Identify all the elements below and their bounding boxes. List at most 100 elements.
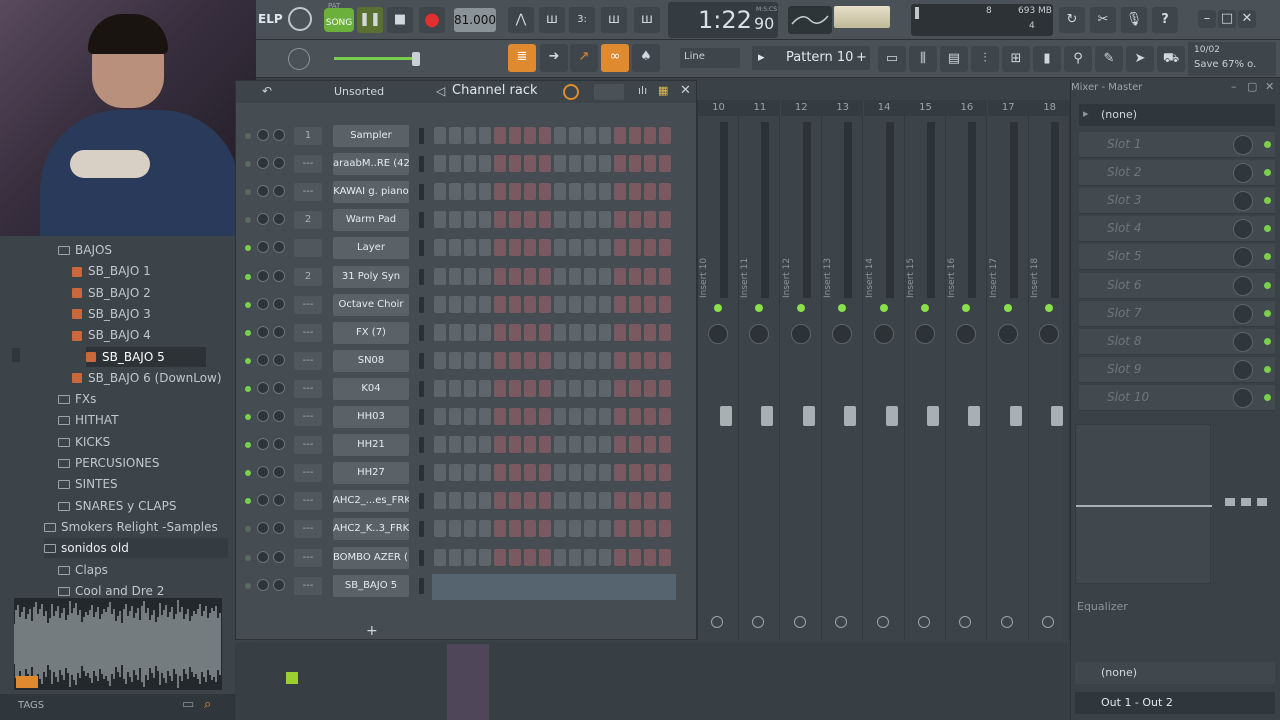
step-button[interactable] <box>509 436 521 454</box>
channel-mute-led[interactable] <box>245 301 251 308</box>
step-button[interactable] <box>659 155 671 173</box>
step-button[interactable] <box>644 127 656 144</box>
step-button[interactable] <box>659 295 671 313</box>
empty-pattern-area[interactable] <box>432 574 676 600</box>
step-button[interactable] <box>464 183 476 201</box>
step-button[interactable] <box>584 408 596 425</box>
step-button[interactable] <box>434 239 446 257</box>
step-button[interactable] <box>644 464 656 482</box>
maximize-button[interactable]: □ <box>1218 10 1236 28</box>
insert-enable-led[interactable] <box>755 304 764 312</box>
insert-enable-led[interactable] <box>714 304 722 312</box>
step-button[interactable] <box>524 155 536 173</box>
channel-pan-knob[interactable] <box>257 550 269 563</box>
channel-route[interactable]: --- <box>294 408 322 426</box>
effect-slot[interactable]: Slot 7 <box>1079 300 1275 327</box>
step-button[interactable] <box>554 127 566 144</box>
step-button[interactable] <box>449 295 461 313</box>
step-button[interactable] <box>644 379 656 397</box>
channel-mute-led[interactable] <box>245 554 251 561</box>
browser-icon[interactable]: ⊞ <box>1002 46 1030 72</box>
channel-volume-knob[interactable] <box>273 410 285 422</box>
snap-selector[interactable]: Line <box>680 48 740 68</box>
mixer-insert[interactable]: 15 Insert 15 <box>905 100 946 640</box>
step-button[interactable] <box>629 464 641 482</box>
step-button[interactable] <box>479 492 491 510</box>
step-button[interactable] <box>629 548 641 566</box>
step-button[interactable] <box>449 183 461 201</box>
channel-name-button[interactable]: AHC2_...es_FRK <box>333 490 409 513</box>
channel-pan-knob[interactable] <box>257 438 269 451</box>
step-button[interactable] <box>464 351 476 369</box>
step-button[interactable] <box>434 295 446 313</box>
step-button[interactable] <box>479 155 491 173</box>
metronome-icon[interactable]: ⋀ <box>508 7 534 33</box>
channel-name-button[interactable]: SB_BAJO 5 <box>333 574 409 597</box>
channel-volume-knob[interactable] <box>273 550 285 563</box>
step-button[interactable] <box>434 436 446 454</box>
insert-route-icon[interactable] <box>711 616 723 628</box>
step-button[interactable] <box>539 323 551 341</box>
step-edit-icon[interactable]: ш <box>601 7 627 33</box>
filter-selector[interactable]: Unsorted <box>334 85 384 98</box>
step-button[interactable] <box>629 492 641 510</box>
step-button[interactable] <box>554 267 566 285</box>
browser-item[interactable]: SB_BAJO 1 <box>72 261 151 281</box>
tempo-display[interactable]: 81.000 <box>454 8 496 32</box>
step-button[interactable] <box>644 408 656 425</box>
insert-route-icon[interactable] <box>959 616 972 628</box>
step-button[interactable] <box>569 408 581 425</box>
browser-item[interactable]: SB_BAJO 3 <box>72 304 151 324</box>
step-button[interactable] <box>494 127 506 144</box>
step-button[interactable] <box>569 351 581 369</box>
step-button[interactable] <box>509 211 521 229</box>
step-button[interactable] <box>539 520 551 538</box>
step-button[interactable] <box>554 379 566 397</box>
swing-knob[interactable] <box>563 84 579 100</box>
step-button[interactable] <box>464 436 476 454</box>
browser-item[interactable]: FXs <box>58 389 96 409</box>
stop-button[interactable]: ■ <box>387 7 413 33</box>
insert-route-icon[interactable] <box>1000 616 1013 628</box>
step-button[interactable] <box>494 155 506 173</box>
channel-route[interactable]: --- <box>294 155 322 174</box>
channel-route[interactable]: --- <box>294 323 322 342</box>
step-button[interactable] <box>629 155 641 173</box>
step-button[interactable] <box>449 464 461 482</box>
step-button[interactable] <box>509 379 521 397</box>
step-button[interactable] <box>449 548 461 566</box>
step-button[interactable] <box>509 548 521 566</box>
effect-slot[interactable]: Slot 10 <box>1079 384 1275 411</box>
step-button[interactable] <box>659 239 671 257</box>
mixer-insert[interactable]: 18 Insert 18 <box>1029 100 1071 640</box>
effect-preset-selector[interactable]: (none) ▸ <box>1079 104 1275 126</box>
slot-mix-knob[interactable] <box>1233 275 1253 296</box>
channel-route[interactable]: --- <box>294 548 322 567</box>
step-button[interactable] <box>629 323 641 341</box>
step-button[interactable] <box>584 323 596 341</box>
step-button[interactable] <box>569 520 581 538</box>
slot-mix-knob[interactable] <box>1233 163 1253 184</box>
step-button[interactable] <box>569 127 581 144</box>
mixer-insert[interactable]: 11 Insert 11 <box>739 100 781 640</box>
step-button[interactable] <box>644 323 656 341</box>
channel-pan-knob[interactable] <box>257 157 269 170</box>
slot-enable-led[interactable] <box>1264 197 1271 205</box>
step-button[interactable] <box>539 155 551 173</box>
step-button[interactable] <box>554 520 566 538</box>
step-button[interactable] <box>524 464 536 482</box>
step-button[interactable] <box>584 548 596 566</box>
channel-route[interactable]: --- <box>294 379 322 398</box>
channel-volume-knob[interactable] <box>273 494 285 507</box>
step-button[interactable] <box>509 267 521 285</box>
step-button[interactable] <box>509 464 521 482</box>
step-button[interactable] <box>539 379 551 397</box>
mixer-insert[interactable]: 17 Insert 17 <box>987 100 1029 640</box>
insert-route-icon[interactable] <box>918 616 930 628</box>
step-button[interactable] <box>494 239 506 257</box>
step-button[interactable] <box>659 211 671 229</box>
step-button[interactable] <box>599 323 611 341</box>
channel-volume-knob[interactable] <box>273 129 285 141</box>
master-pitch-knob[interactable] <box>288 48 310 70</box>
step-button[interactable] <box>569 436 581 454</box>
